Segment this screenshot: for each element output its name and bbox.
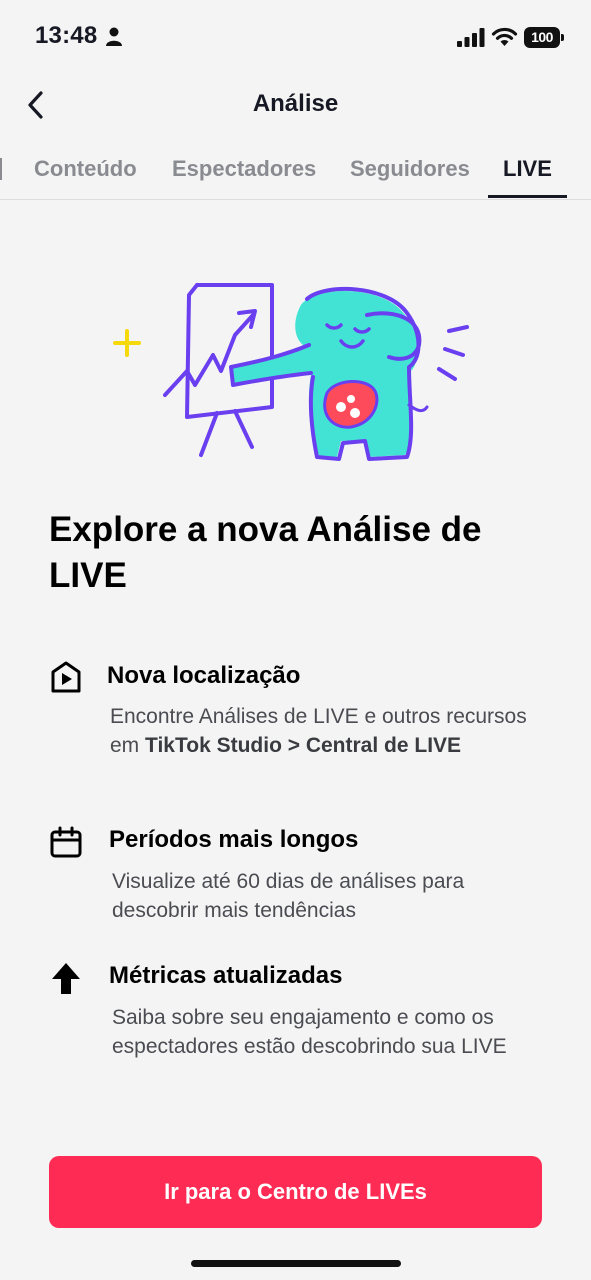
tab-espectadores[interactable]: Espectadores [172,156,316,182]
status-time: 13:48 [35,22,98,49]
arrow-up-icon [52,963,80,994]
wifi-icon [491,27,518,46]
go-to-live-center-button[interactable]: Ir para o Centro de LIVEs [49,1156,542,1228]
tab-live[interactable]: LIVE [503,156,552,182]
battery-indicator: 100 [524,27,564,48]
feature-description: Visualize até 60 dias de análises para d… [112,870,465,922]
feature-title: Períodos mais longos [109,826,359,853]
tab-conteudo[interactable]: Conteúdo [34,156,137,182]
elephant-body [231,291,418,457]
analytics-illustration [113,283,469,461]
calendar-icon [50,826,82,858]
play-house-icon [51,661,81,693]
feature-title: Nova localização [107,662,301,689]
nav-header: Análise [0,80,591,130]
home-indicator [191,1260,401,1267]
feature-title: Métricas atualizadas [109,962,343,989]
headline: Explore a nova Análise de LIVE [49,510,482,595]
sparkle-icon [113,329,141,357]
tab-bar: Conteúdo Espectadores Seguidores LIVE [0,140,591,200]
feature-description: Encontre Análises de LIVE e outros recur… [110,705,527,757]
signal-icon [457,28,485,47]
active-tab-indicator [488,195,567,198]
page-title: Análise [252,90,339,117]
battery-level: 100 [524,27,560,48]
tab-seguidores[interactable]: Seguidores [350,156,470,182]
tab-overflow-edge [0,158,2,180]
feature-description: Saiba sobre seu engajamento e como os es… [112,1006,507,1058]
person-icon [106,27,122,46]
status-bar: 13:48 100 [0,0,591,70]
